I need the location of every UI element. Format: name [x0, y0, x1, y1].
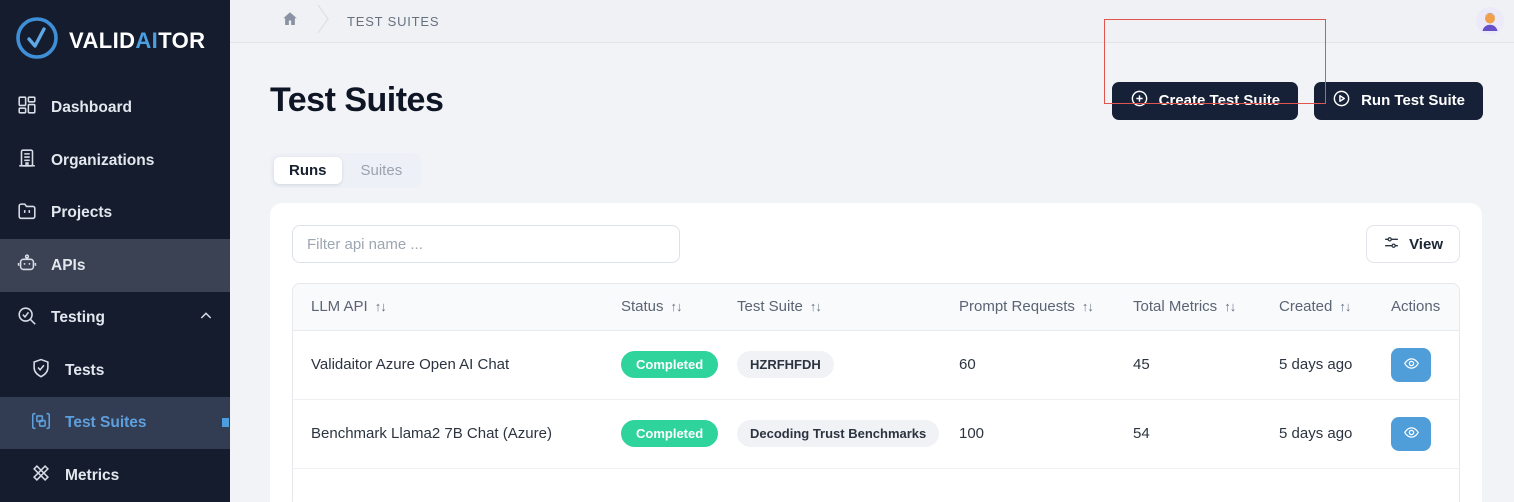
brand-logo[interactable]: VALIDAITOR — [0, 0, 230, 82]
view-run-button[interactable] — [1391, 416, 1431, 451]
brand-name: VALIDAITOR — [69, 27, 206, 53]
cell-total-metrics: 54 — [1115, 398, 1261, 468]
chevron-up-icon — [198, 308, 214, 329]
sort-icon: ↑↓ — [374, 299, 387, 315]
column-header-prompt-requests[interactable]: Prompt Requests ↑↓ — [941, 284, 1115, 331]
sidebar-item-metrics[interactable]: Metrics — [0, 449, 230, 502]
test-suites-icon — [30, 410, 52, 437]
cell-total-metrics: 45 — [1115, 330, 1261, 399]
organizations-icon — [16, 147, 38, 174]
sliders-icon — [1383, 234, 1400, 255]
filter-api-name-input[interactable] — [292, 225, 680, 263]
cell-created: 5 days ago — [1261, 330, 1373, 399]
sort-icon: ↑↓ — [1224, 299, 1236, 315]
sidebar-item-label: APIs — [51, 256, 86, 274]
sidebar-item-label: Tests — [65, 361, 105, 379]
cell-llm-api: Validaitor Azure Open AI Chat — [293, 330, 603, 399]
sort-icon: ↑↓ — [809, 299, 822, 315]
table-row: Benchmark Llama2 7B Chat (Azure) Complet… — [293, 398, 1459, 468]
play-circle-icon — [1332, 89, 1351, 112]
column-header-created[interactable]: Created ↑↓ — [1261, 284, 1373, 331]
page-title: Test Suites — [270, 81, 444, 119]
column-header-actions: Actions — [1373, 284, 1459, 331]
test-suite-badge: HZRFHFDH — [737, 351, 834, 378]
sidebar-item-tests[interactable]: Tests — [0, 344, 230, 397]
runs-table-card: View LLM API↑↓ Status↑↓ Test Suite↑↓ Pro… — [270, 203, 1482, 502]
status-badge: Completed — [621, 420, 719, 447]
sort-icon: ↑↓ — [670, 299, 683, 315]
projects-icon — [16, 200, 38, 227]
status-badge: Completed — [621, 351, 719, 378]
column-header-status[interactable]: Status ↑↓ — [603, 284, 719, 331]
sidebar-item-projects[interactable]: Projects — [0, 187, 230, 240]
plus-circle-icon — [1130, 89, 1149, 112]
apis-robot-icon — [16, 252, 38, 279]
sidebar-item-dashboard[interactable]: Dashboard — [0, 82, 230, 135]
eye-icon — [1403, 424, 1420, 444]
run-test-suite-button[interactable]: Run Test Suite — [1314, 81, 1483, 120]
cell-created: 5 days ago — [1261, 398, 1373, 468]
page-header: Test Suites Create Test Suite Run Test S… — [230, 43, 1514, 120]
home-icon[interactable] — [281, 10, 299, 33]
eye-icon — [1403, 355, 1420, 375]
sidebar-item-organizations[interactable]: Organizations — [0, 134, 230, 187]
topbar: TEST SUITES — [230, 0, 1514, 43]
tests-shield-check-icon — [30, 357, 52, 384]
check-circle-logo-icon — [14, 15, 60, 66]
main-area: TEST SUITES Test Suites Create Test Suit… — [230, 0, 1514, 502]
tab-runs[interactable]: Runs — [274, 157, 342, 184]
sidebar-item-label: Organizations — [51, 151, 155, 169]
tabs: Runs Suites — [270, 153, 1514, 188]
sidebar-item-test-suites[interactable]: Test Suites — [0, 396, 230, 450]
breadcrumb-current: TEST SUITES — [347, 13, 440, 29]
dashboard-icon — [16, 94, 38, 121]
view-button[interactable]: View — [1366, 225, 1460, 263]
table-row: Validaitor Azure Open AI Chat Completed … — [293, 330, 1459, 399]
active-item-marker — [222, 417, 229, 427]
breadcrumb-chevron-icon — [315, 3, 331, 40]
user-avatar[interactable] — [1476, 7, 1504, 35]
sidebar-item-label: Metrics — [65, 466, 120, 484]
table-row — [293, 467, 1459, 502]
test-suite-badge: Decoding Trust Benchmarks — [737, 420, 940, 447]
sidebar-item-apis[interactable]: APIs — [0, 239, 230, 292]
sort-icon: ↑↓ — [1081, 299, 1094, 315]
sidebar-item-label: Projects — [51, 204, 113, 222]
cell-prompt-requests: 60 — [941, 330, 1115, 399]
cell-llm-api: Benchmark Llama2 7B Chat (Azure) — [293, 398, 603, 468]
column-header-test-suite[interactable]: Test Suite ↑↓ — [719, 284, 941, 331]
view-run-button[interactable] — [1391, 347, 1431, 382]
sort-icon: ↑↓ — [1339, 299, 1351, 315]
testing-search-check-icon — [16, 305, 38, 332]
metrics-tools-icon — [30, 462, 52, 489]
sidebar: VALIDAITOR Dashboard Organizations Proje… — [0, 0, 230, 502]
sidebar-item-testing[interactable]: Testing — [0, 292, 230, 345]
cell-prompt-requests: 100 — [941, 398, 1115, 468]
column-header-total-metrics[interactable]: Total Metrics ↑↓ — [1115, 284, 1261, 331]
create-test-suite-button[interactable]: Create Test Suite — [1111, 81, 1299, 120]
sidebar-item-label: Dashboard — [51, 98, 132, 116]
sidebar-item-label: Test Suites — [65, 414, 147, 432]
column-header-llm-api[interactable]: LLM API ↑↓ — [293, 284, 603, 331]
sidebar-item-label: Testing — [51, 309, 105, 327]
runs-table: LLM API ↑↓ Status ↑↓ Test Suite ↑↓ Prompt R… — [292, 283, 1460, 502]
tab-suites[interactable]: Suites — [346, 157, 418, 184]
